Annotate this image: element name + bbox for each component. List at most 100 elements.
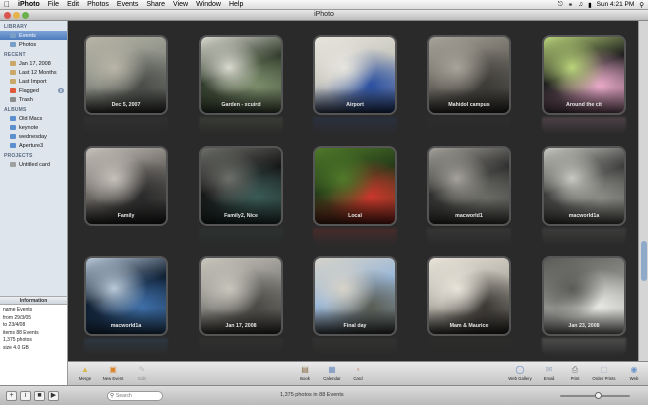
apple-menu-icon[interactable]:  xyxy=(0,0,14,9)
event-thumbnail[interactable]: macworld1 xyxy=(427,146,511,226)
toolbar-button[interactable]: ▫ Card xyxy=(344,363,372,385)
event-thumbnail[interactable]: Jan 23, 2008 xyxy=(542,256,626,336)
toolbar-button[interactable]: ✉ Email xyxy=(535,363,563,385)
event-caption: Around the cit xyxy=(566,102,602,108)
source-item-label: Photos xyxy=(19,41,37,48)
app-menu[interactable]: iPhoto xyxy=(14,1,44,8)
source-item-label: Aperture3 xyxy=(19,142,44,149)
section-header[interactable]: RECENT xyxy=(0,49,67,59)
source-item-label: Last Import xyxy=(19,78,47,85)
event-thumbnail[interactable]: Garden - xcuird xyxy=(199,35,283,115)
source-item[interactable]: wednesday xyxy=(0,132,67,141)
event-thumbnail[interactable]: Mahidol campus xyxy=(427,35,511,115)
card-icon: ▫ xyxy=(356,365,360,374)
toolbar-button[interactable]: ⎙ Print xyxy=(561,363,589,385)
event-thumbnail[interactable]: Local xyxy=(313,146,397,226)
web-gallery-icon: ◯ xyxy=(515,365,525,374)
scroll-thumb[interactable] xyxy=(641,241,647,281)
section-header[interactable]: PROJECTS xyxy=(0,150,67,160)
source-item[interactable]: Photos xyxy=(0,40,67,49)
event-caption: Garden - xcuird xyxy=(221,102,261,108)
window-title-bar: iPhoto xyxy=(0,10,648,21)
information-panel: Information name Events from 29/3/05 to 23… xyxy=(0,296,68,385)
add-button[interactable]: + xyxy=(6,391,17,401)
toolbar-button[interactable]: ✎ Edit xyxy=(128,363,156,385)
battery-icon[interactable]: ▮ xyxy=(588,1,592,9)
event-caption: Jan 23, 2008 xyxy=(568,323,600,329)
menu-photos[interactable]: Photos xyxy=(83,1,113,8)
event-thumbnail[interactable]: Family xyxy=(84,146,168,226)
source-item[interactable]: Flagged 0 xyxy=(0,86,67,95)
event-thumbnail[interactable]: Around the cit xyxy=(542,35,626,115)
wifi-icon[interactable]: ⚭ xyxy=(568,1,573,9)
section-header[interactable]: LIBRARY xyxy=(0,21,67,31)
information-header: Information xyxy=(0,297,67,305)
source-item[interactable]: Trash xyxy=(0,95,67,104)
event-thumbnail[interactable]: Mam & Maurice xyxy=(427,256,511,336)
status-bar: + i ■ ▶ ⚲ Search 1,375 photos in 88 Even… xyxy=(0,385,648,405)
section-header[interactable]: ALBUMS xyxy=(0,104,67,114)
trash-icon xyxy=(10,97,16,102)
event-thumbnail[interactable]: macworld1a xyxy=(542,146,626,226)
toolbar-button[interactable]: ▦ Calendar xyxy=(318,363,346,385)
book-icon: ▤ xyxy=(301,365,309,374)
vertical-scrollbar[interactable] xyxy=(638,21,648,361)
caption-shade xyxy=(315,87,395,113)
spotlight-icon[interactable]: ⚲ xyxy=(639,1,644,9)
info-button[interactable]: i xyxy=(20,391,31,401)
source-list: LIBRARY Events Photos RECENT Jan 17, 2008 Las… xyxy=(0,21,68,296)
bluetooth-icon[interactable]: ⎋ xyxy=(558,1,563,9)
search-field[interactable]: ⚲ Search xyxy=(107,391,163,401)
source-item-label: Untitled card xyxy=(19,161,50,168)
source-item[interactable]: Events xyxy=(0,31,67,40)
print-icon: ⎙ xyxy=(571,365,579,374)
menu-clock[interactable]: Sun 4:21 PM xyxy=(597,1,635,8)
event-thumbnail[interactable]: Dec 5, 2007 xyxy=(84,35,168,115)
zoom-slider-knob[interactable] xyxy=(594,392,602,399)
caption-shade xyxy=(544,87,624,113)
source-item-label: keynote xyxy=(19,124,39,131)
source-item[interactable]: Last 12 Months xyxy=(0,68,67,77)
event-caption: macworld1 xyxy=(455,213,483,219)
source-item[interactable]: keynote xyxy=(0,123,67,132)
toolbar-button[interactable]: ▢ Order Prints xyxy=(590,363,618,385)
caption-shade xyxy=(429,198,509,224)
menu-events[interactable]: Events xyxy=(113,1,142,8)
toolbar-button[interactable]: ▣ New Event xyxy=(99,363,127,385)
thumbnail-reflection xyxy=(427,338,511,356)
menu-file[interactable]: File xyxy=(44,1,63,8)
thumbnail-reflection xyxy=(199,338,283,356)
menu-share[interactable]: Share xyxy=(142,1,169,8)
card-icon xyxy=(10,162,16,167)
source-item[interactable]: Untitled card xyxy=(0,160,67,169)
event-thumbnail[interactable]: Family2, Nice xyxy=(199,146,283,226)
menu-edit[interactable]: Edit xyxy=(63,1,83,8)
slideshow-button[interactable]: ▶ xyxy=(48,391,59,401)
thumbnail-reflection xyxy=(542,338,626,356)
zoom-slider[interactable] xyxy=(560,392,630,399)
source-item[interactable]: Old Macs xyxy=(0,114,67,123)
toolbar-button[interactable]: ▲ Merge xyxy=(71,363,99,385)
caption-shade xyxy=(201,198,281,224)
toolbar-button[interactable]: ▤ Book xyxy=(291,363,319,385)
caption-shade xyxy=(544,198,624,224)
source-item[interactable]: Jan 17, 2008 xyxy=(0,59,67,68)
volume-icon[interactable]: ♫ xyxy=(578,1,583,8)
menu-window[interactable]: Window xyxy=(192,1,225,8)
toolbar-button[interactable]: ◉ Web xyxy=(620,363,648,385)
fullscreen-button[interactable]: ■ xyxy=(34,391,45,401)
event-thumbnail[interactable]: Airport xyxy=(313,35,397,115)
photos-icon xyxy=(10,42,16,47)
source-item[interactable]: Aperture3 xyxy=(0,141,67,150)
event-thumbnail[interactable]: macworld1a xyxy=(84,256,168,336)
toolbar-label: Book xyxy=(300,376,310,381)
flag-icon xyxy=(10,88,16,93)
event-thumbnail[interactable]: Jan 17, 2008 xyxy=(199,256,283,336)
menu-view[interactable]: View xyxy=(169,1,192,8)
source-item[interactable]: Last Import xyxy=(0,77,67,86)
toolbar-label: Web Gallery xyxy=(508,376,532,381)
menu-help[interactable]: Help xyxy=(225,1,247,8)
event-thumbnail[interactable]: Final day xyxy=(313,256,397,336)
toolbar-button[interactable]: ◯ Web Gallery xyxy=(506,363,534,385)
toolbar-label: Merge xyxy=(78,376,92,381)
